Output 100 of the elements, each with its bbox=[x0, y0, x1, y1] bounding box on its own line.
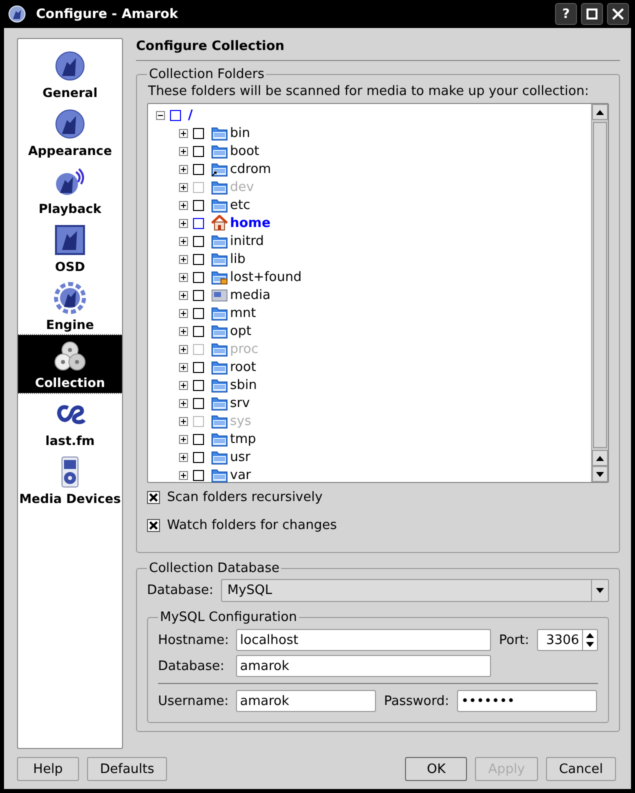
folder-name[interactable]: media bbox=[230, 288, 270, 302]
close-button[interactable] bbox=[607, 3, 629, 25]
checkbox[interactable] bbox=[193, 452, 204, 462]
expander-icon[interactable] bbox=[179, 218, 188, 228]
scrollbar[interactable] bbox=[591, 104, 608, 482]
folder-name[interactable]: home bbox=[230, 216, 271, 230]
group-title: Collection Database bbox=[148, 561, 280, 576]
checkbox[interactable] bbox=[147, 519, 160, 532]
checkbox[interactable] bbox=[193, 254, 204, 264]
checkbox-label[interactable]: Scan folders recursively bbox=[167, 490, 323, 505]
checkbox[interactable] bbox=[193, 434, 204, 444]
folder-name[interactable]: usr bbox=[230, 450, 250, 464]
expander-icon[interactable] bbox=[179, 272, 188, 282]
folder-link-icon bbox=[211, 161, 228, 177]
window-title: Configure - Amarok bbox=[36, 6, 178, 22]
sidebar-item[interactable]: Collection bbox=[18, 335, 122, 393]
folder-name[interactable]: bin bbox=[230, 126, 250, 140]
field-label: Hostname: bbox=[158, 632, 228, 648]
maximize-icon bbox=[586, 8, 598, 20]
folder-icon bbox=[211, 233, 228, 249]
checkbox[interactable] bbox=[193, 326, 204, 336]
password-field[interactable]: ••••••• bbox=[457, 690, 598, 712]
dialog-button[interactable]: Help bbox=[17, 757, 79, 781]
folder-icon bbox=[211, 251, 228, 267]
description-text: These folders will be scanned for media to make up your collection: bbox=[148, 84, 590, 99]
username-field[interactable]: amarok bbox=[236, 690, 376, 712]
checkbox[interactable] bbox=[147, 491, 160, 504]
checkbox[interactable] bbox=[193, 236, 204, 246]
folder-name[interactable]: / bbox=[188, 108, 193, 122]
folder-name[interactable]: lib bbox=[230, 252, 246, 266]
help-button[interactable]: ? bbox=[555, 3, 577, 25]
expander-icon[interactable] bbox=[179, 326, 188, 336]
house-icon bbox=[211, 215, 228, 231]
folder-name[interactable]: boot bbox=[230, 144, 260, 158]
hostname-field[interactable]: localhost bbox=[236, 629, 491, 651]
folder-name[interactable]: etc bbox=[230, 198, 250, 212]
expander-icon[interactable] bbox=[179, 128, 188, 138]
checkbox[interactable] bbox=[193, 128, 204, 138]
checkbox[interactable] bbox=[170, 110, 181, 120]
checkbox[interactable] bbox=[193, 398, 204, 408]
arrow-up-icon bbox=[596, 456, 604, 460]
sidebar-item[interactable]: OSD bbox=[18, 219, 122, 277]
locked-folder-icon bbox=[211, 269, 228, 285]
dialog-button[interactable]: Defaults bbox=[87, 757, 168, 781]
folder-name[interactable]: lost+found bbox=[230, 270, 302, 284]
expander-icon[interactable] bbox=[179, 434, 188, 444]
expander-icon[interactable] bbox=[179, 146, 188, 156]
checkbox[interactable] bbox=[193, 470, 204, 480]
folder-icon bbox=[211, 377, 228, 393]
checkbox[interactable] bbox=[193, 146, 204, 156]
folder-name[interactable]: var bbox=[230, 468, 252, 482]
checkbox[interactable] bbox=[193, 218, 204, 228]
expander-icon[interactable] bbox=[179, 452, 188, 462]
expander-icon[interactable] bbox=[179, 200, 188, 210]
expander-icon[interactable] bbox=[179, 236, 188, 246]
expander-icon[interactable] bbox=[179, 470, 188, 480]
sidebar-item[interactable]: Appearance bbox=[18, 103, 122, 161]
expander-icon[interactable] bbox=[179, 290, 188, 300]
checkbox[interactable] bbox=[193, 362, 204, 372]
database-field[interactable]: amarok bbox=[236, 655, 491, 677]
sidebar-item[interactable]: Media Devices bbox=[18, 451, 122, 509]
checkbox-label[interactable]: Watch folders for changes bbox=[167, 518, 337, 533]
checkbox[interactable] bbox=[193, 308, 204, 318]
speaker-icon bbox=[54, 166, 86, 198]
folder-name[interactable]: tmp bbox=[230, 432, 256, 446]
field-label: Port: bbox=[499, 632, 530, 648]
folder-icon bbox=[211, 323, 228, 339]
dialog-button[interactable]: Cancel bbox=[546, 757, 616, 781]
expander-icon[interactable] bbox=[179, 164, 188, 174]
folder-name[interactable]: sbin bbox=[230, 378, 257, 392]
folder-name[interactable]: root bbox=[230, 360, 256, 374]
maximize-button[interactable] bbox=[581, 3, 603, 25]
dialog-button[interactable]: OK bbox=[405, 757, 468, 781]
sidebar-item[interactable]: Engine bbox=[18, 277, 122, 335]
checkbox[interactable] bbox=[193, 164, 204, 174]
folder-name[interactable]: mnt bbox=[230, 306, 256, 320]
sidebar-item[interactable]: General bbox=[18, 45, 122, 103]
folder-icon bbox=[211, 449, 228, 465]
database-dropdown[interactable]: MySQL bbox=[221, 579, 610, 602]
checkbox[interactable] bbox=[193, 200, 204, 210]
sidebar-item[interactable]: last.fm bbox=[18, 393, 122, 451]
expander-icon[interactable] bbox=[179, 380, 188, 390]
folder-icon bbox=[211, 179, 228, 195]
folder-name[interactable]: initrd bbox=[230, 234, 264, 248]
expander-icon[interactable] bbox=[179, 362, 188, 372]
folder-name[interactable]: srv bbox=[230, 396, 250, 410]
folder-name[interactable]: opt bbox=[230, 324, 252, 338]
expander-icon[interactable] bbox=[179, 398, 188, 408]
expander-icon[interactable] bbox=[179, 254, 188, 264]
folder-name[interactable]: cdrom bbox=[230, 162, 272, 176]
expander-icon[interactable] bbox=[179, 308, 188, 318]
gear-icon bbox=[54, 282, 86, 314]
port-spinbox[interactable]: 3306 bbox=[537, 629, 598, 651]
checkbox[interactable] bbox=[193, 290, 204, 300]
checkbox[interactable] bbox=[193, 272, 204, 282]
expander-icon[interactable] bbox=[156, 110, 165, 120]
drive-icon bbox=[211, 287, 228, 303]
folder-icon bbox=[211, 359, 228, 375]
checkbox[interactable] bbox=[193, 380, 204, 390]
sidebar-item[interactable]: Playback bbox=[18, 161, 122, 219]
